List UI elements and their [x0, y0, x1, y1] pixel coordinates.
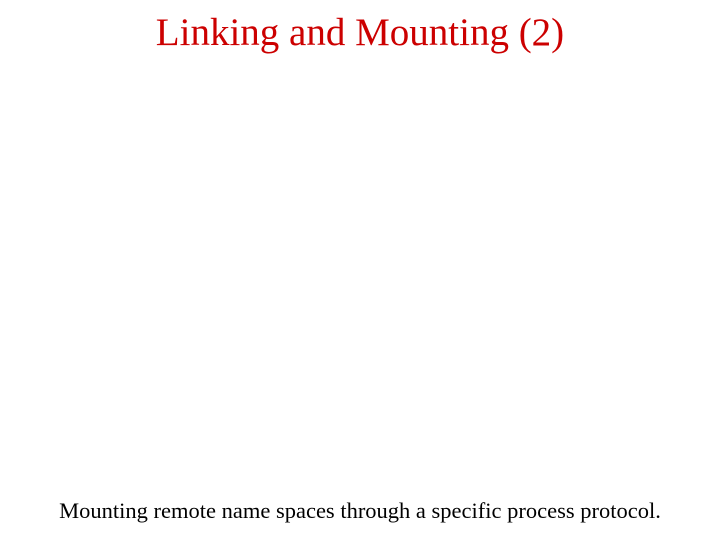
slide: Linking and Mounting (2) Mounting remote…	[0, 0, 720, 540]
slide-title: Linking and Mounting (2)	[0, 10, 720, 55]
slide-caption: Mounting remote name spaces through a sp…	[0, 498, 720, 524]
